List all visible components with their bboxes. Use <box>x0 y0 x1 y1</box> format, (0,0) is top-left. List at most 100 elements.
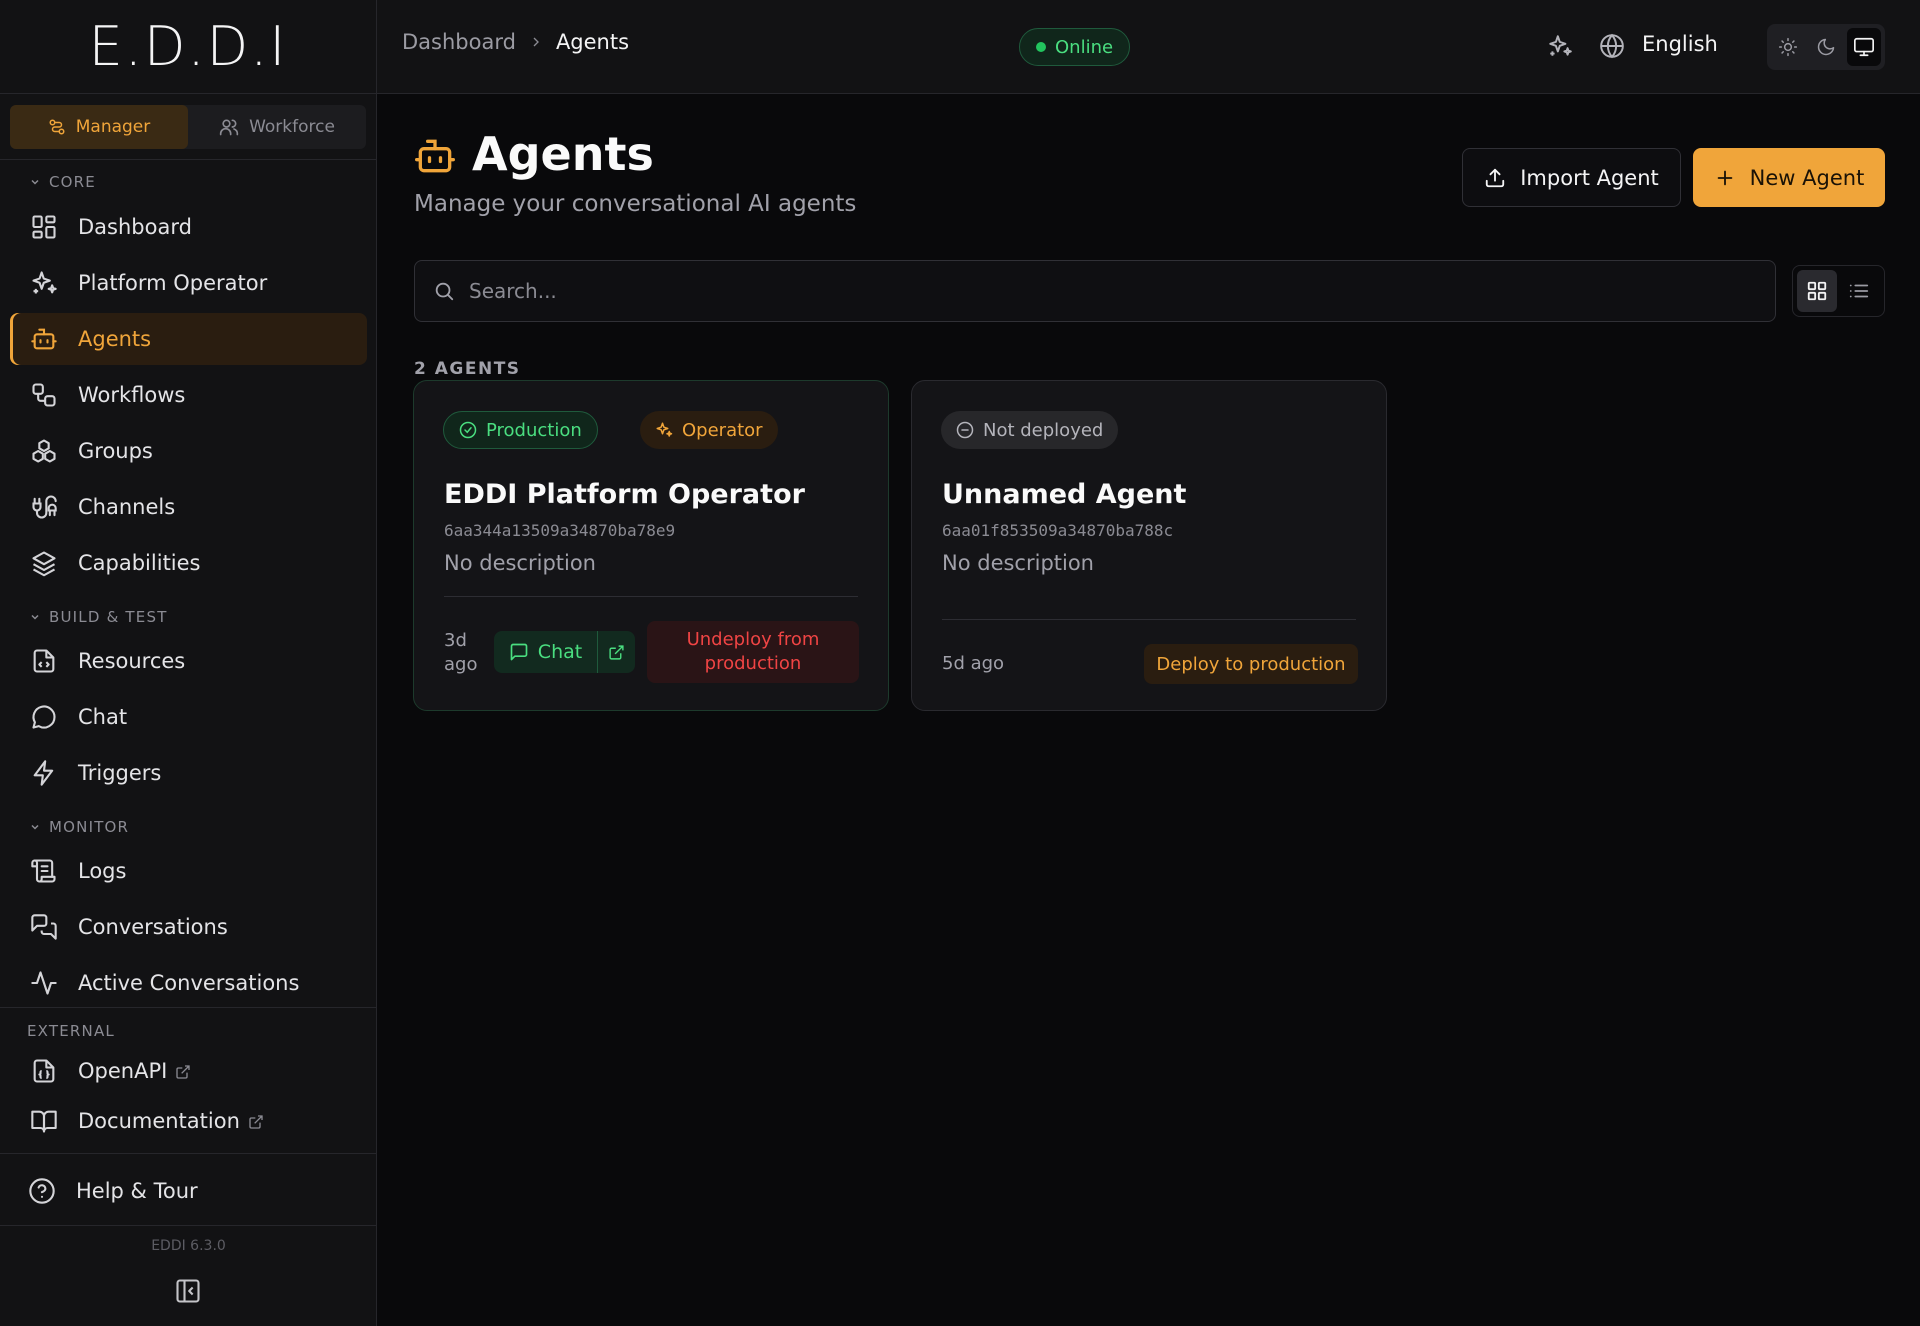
import-agent-label: Import Agent <box>1520 165 1659 190</box>
theme-switcher <box>1767 24 1885 70</box>
moon-icon <box>1817 38 1835 56</box>
chat-button-group: Chat <box>494 631 635 673</box>
sidebar-item-label: Resources <box>78 649 186 673</box>
sun-icon <box>1778 37 1798 57</box>
breadcrumb-current: Agents <box>555 30 630 54</box>
sidebar-item-documentation[interactable]: Documentation <box>10 1095 367 1147</box>
section-core-label: CORE <box>49 173 96 191</box>
section-core-header[interactable]: CORE <box>0 171 377 193</box>
sidebar-divider <box>0 1007 377 1008</box>
sidebar-item-label: Chat <box>78 705 128 729</box>
section-core: CORE <box>0 171 377 193</box>
section-monitor-header[interactable]: MONITOR <box>0 816 377 838</box>
deploy-button[interactable]: Deploy to production <box>1144 644 1358 684</box>
cable-icon <box>32 495 57 519</box>
undeploy-button[interactable]: Undeploy from production <box>647 621 859 683</box>
workforce-mode-button[interactable]: Workforce <box>188 105 366 149</box>
sidebar-item-conversations[interactable]: Conversations <box>10 901 367 953</box>
operator-tag-label: Operator <box>682 419 763 441</box>
agent-id: 6aa01f853509a34870ba788c <box>942 521 1174 540</box>
file-json-icon <box>33 1059 55 1083</box>
zap-icon <box>33 760 54 786</box>
grid-icon <box>1807 281 1827 301</box>
agent-card[interactable]: Production Operator EDDI Platform Operat… <box>413 380 889 711</box>
sidebar-collapse-icon[interactable] <box>174 1277 202 1305</box>
system-theme-button[interactable] <box>1847 28 1881 66</box>
sidebar-item-triggers[interactable]: Triggers <box>10 747 367 799</box>
activity-icon <box>31 971 57 995</box>
agent-age: 5d ago <box>942 653 1005 674</box>
light-theme-button[interactable] <box>1771 28 1805 66</box>
sidebar-item-channels[interactable]: Channels <box>10 481 367 533</box>
operator-tag: Operator <box>640 411 778 449</box>
card-divider <box>942 619 1356 620</box>
agent-count: 2 AGENTS <box>414 359 521 379</box>
sidebar-item-groups[interactable]: Groups <box>10 425 367 477</box>
external-link-icon <box>249 1115 263 1129</box>
chevron-down-icon <box>31 179 39 185</box>
section-build-header[interactable]: BUILD & TEST <box>0 606 377 628</box>
sidebar-item-label: Workflows <box>78 383 186 407</box>
grid-view-button[interactable] <box>1797 270 1837 312</box>
monitor-icon <box>1854 37 1874 57</box>
sidebar-item-help-tour[interactable]: Help & Tour <box>8 1165 365 1217</box>
chat-button[interactable]: Chat <box>494 631 598 673</box>
sidebar-item-workflows[interactable]: Workflows <box>10 369 367 421</box>
book-open-icon <box>31 1110 57 1133</box>
messages-square-icon <box>31 914 57 940</box>
sidebar-item-label: Dashboard <box>78 215 192 239</box>
section-external-label: EXTERNAL <box>27 1022 115 1040</box>
sidebar-item-logs[interactable]: Logs <box>10 845 367 897</box>
sidebar: E.D.D.I Manager Workforce CORE Dashboard… <box>0 0 377 1326</box>
search-icon <box>435 282 454 301</box>
mode-switcher: Manager Workforce <box>10 105 366 149</box>
plus-icon <box>1717 170 1733 185</box>
import-agent-button[interactable]: Import Agent <box>1462 148 1681 207</box>
sidebar-item-label: Documentation <box>78 1109 264 1133</box>
sidebar-item-chat[interactable]: Chat <box>10 691 367 743</box>
bot-icon <box>415 139 455 173</box>
new-agent-button[interactable]: New Agent <box>1693 148 1885 207</box>
open-chat-external-button[interactable] <box>598 631 635 673</box>
sidebar-item-label: Help & Tour <box>76 1179 198 1203</box>
section-build: BUILD & TEST <box>0 606 377 628</box>
agent-card[interactable]: Not deployed Unnamed Agent 6aa01f853509a… <box>911 380 1387 711</box>
sidebar-item-label: Channels <box>78 495 176 519</box>
dark-theme-button[interactable] <box>1809 28 1843 66</box>
breadcrumb: Dashboard Agents <box>402 30 629 54</box>
globe-icon[interactable] <box>1599 33 1625 59</box>
sidebar-item-active-conversations[interactable]: Active Conversations <box>10 957 367 1009</box>
workforce-mode-label: Workforce <box>249 117 335 137</box>
search-input[interactable] <box>469 279 1669 303</box>
file-code-icon <box>33 649 55 673</box>
logo[interactable]: E.D.D.I <box>0 0 376 94</box>
manager-mode-label: Manager <box>75 117 151 137</box>
sidebar-item-label: Platform Operator <box>78 271 268 295</box>
message-square-icon <box>510 643 528 661</box>
section-external: EXTERNAL <box>0 1020 377 1042</box>
upload-icon <box>1486 168 1505 187</box>
status-badge: Online <box>1019 28 1131 66</box>
list-view-button[interactable] <box>1839 270 1879 312</box>
deployment-status-label: Production <box>486 419 582 441</box>
breadcrumb-dashboard[interactable]: Dashboard <box>402 30 516 54</box>
topbar: Dashboard Agents Online English <box>377 0 1920 94</box>
sidebar-item-capabilities[interactable]: Capabilities <box>10 537 367 589</box>
sidebar-item-label: Agents <box>78 327 152 351</box>
chat-button-label: Chat <box>537 641 583 663</box>
sidebar-item-openapi[interactable]: OpenAPI <box>10 1045 367 1097</box>
manager-mode-button[interactable]: Manager <box>10 105 188 149</box>
message-circle-icon <box>32 705 56 729</box>
sidebar-item-label: Conversations <box>78 915 228 939</box>
sidebar-item-resources[interactable]: Resources <box>10 635 367 687</box>
sidebar-item-label: Triggers <box>78 761 162 785</box>
sparkles-icon[interactable] <box>1547 33 1573 59</box>
sidebar-item-agents[interactable]: Agents <box>10 313 367 365</box>
sidebar-item-platform-operator[interactable]: Platform Operator <box>10 257 367 309</box>
search-bar <box>414 260 1776 322</box>
sidebar-item-dashboard[interactable]: Dashboard <box>10 201 367 253</box>
sparkles-icon <box>32 271 57 294</box>
agent-age-line1: 3d <box>444 630 467 651</box>
section-build-label: BUILD & TEST <box>49 608 168 626</box>
language-selector[interactable]: English <box>1642 32 1718 56</box>
